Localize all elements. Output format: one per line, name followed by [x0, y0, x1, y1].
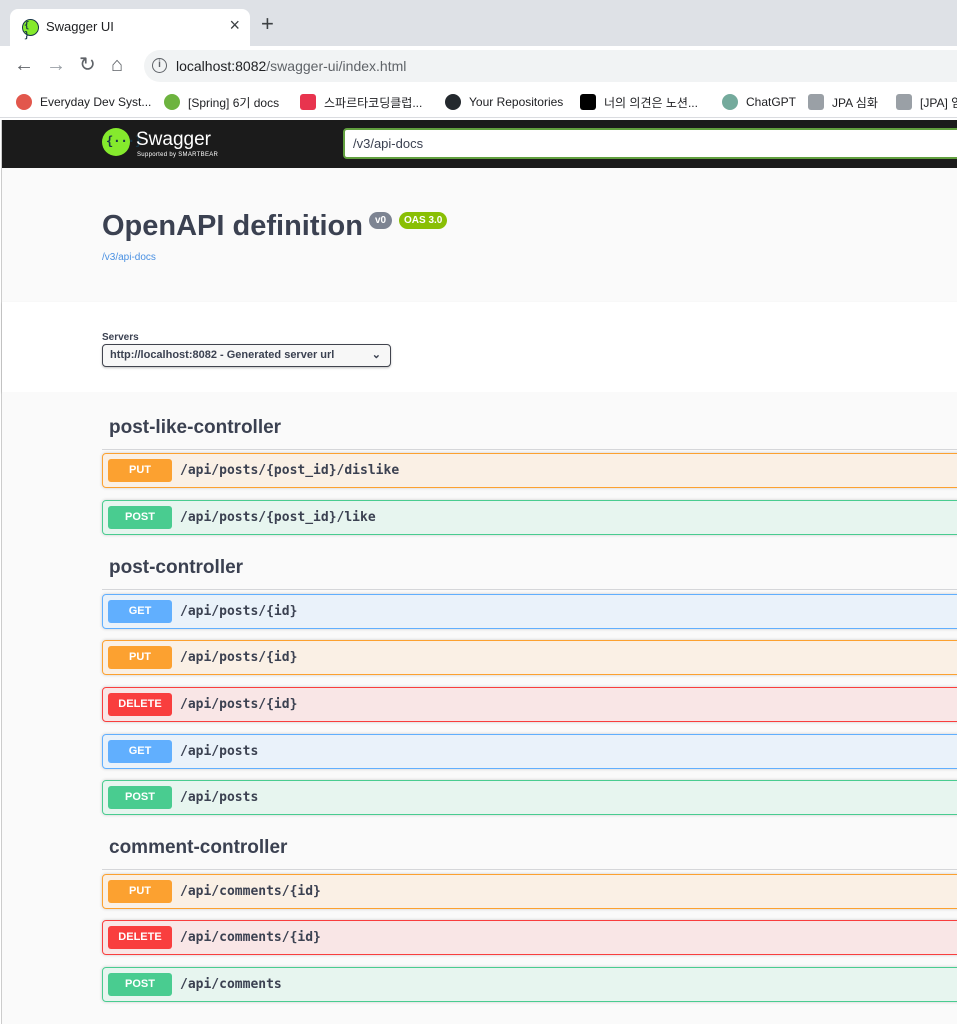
operation-post-like[interactable]: POST /api/posts/{post_id}/like	[102, 500, 957, 535]
tab-strip: Swagger UI × +	[0, 0, 957, 46]
tag-divider	[102, 589, 957, 590]
url-host: localhost:8082	[176, 58, 267, 74]
bookmark-label: 스파르타코딩클럽...	[324, 95, 423, 110]
bookmark-favicon-icon	[164, 94, 180, 110]
spec-url-input[interactable]: /v3/api-docs	[343, 128, 957, 159]
bookmark-label: JPA 심화	[832, 95, 878, 110]
operations-section: post-like-controller PUT /api/posts/{pos…	[2, 392, 957, 1024]
bookmark-item[interactable]: Everyday Dev Syst...	[16, 92, 151, 112]
operation-get-posts[interactable]: GET /api/posts	[102, 734, 957, 769]
bookmark-label: ChatGPT	[746, 95, 797, 109]
servers-selected-value: http://localhost:8082 - Generated server…	[110, 349, 335, 361]
operation-path: /api/comments	[180, 977, 282, 992]
tag-heading-post-controller[interactable]: post-controller	[109, 557, 243, 579]
bookmark-favicon-icon	[300, 94, 316, 110]
operation-path: /api/comments/{id}	[180, 884, 321, 899]
swagger-topbar: {···} Swagger Supported by SMARTBEAR /v3…	[2, 120, 957, 168]
tag-divider	[102, 869, 957, 870]
github-icon	[445, 94, 461, 110]
api-info: OpenAPI definition v0 OAS 3.0 /v3/api-do…	[2, 168, 957, 302]
operation-path: /api/posts/{id}	[180, 604, 298, 619]
notion-icon	[580, 94, 596, 110]
method-badge: GET	[108, 600, 172, 623]
browser-toolbar: ← → ↻ ⌂ i localhost:8082/swagger-ui/inde…	[0, 46, 957, 86]
swagger-logo-icon[interactable]: {···}	[102, 128, 142, 156]
operation-put-post-by-id[interactable]: PUT /api/posts/{id}	[102, 640, 957, 675]
operation-delete-comment-by-id[interactable]: DELETE /api/comments/{id}	[102, 920, 957, 955]
tag-divider	[102, 449, 957, 450]
bookmarks-bar: Everyday Dev Syst... [Spring] 6기 docs 스파…	[0, 86, 957, 118]
operation-path: /api/posts/{post_id}/like	[180, 510, 376, 525]
bookmark-item[interactable]: 너의 의견은 노션...	[580, 92, 698, 112]
method-badge: POST	[108, 973, 172, 996]
operation-path: /api/posts/{post_id}/dislike	[180, 463, 400, 478]
servers-section: Servers http://localhost:8082 - Generate…	[2, 302, 957, 392]
url-path: /swagger-ui/index.html	[266, 58, 407, 74]
version-badge: v0	[369, 212, 393, 229]
swagger-logo-text[interactable]: Swagger	[136, 129, 211, 151]
new-tab-icon[interactable]: +	[261, 13, 274, 35]
operation-post-posts[interactable]: POST /api/posts	[102, 780, 957, 815]
spec-link[interactable]: /v3/api-docs	[102, 252, 156, 263]
bookmark-label: Everyday Dev Syst...	[40, 95, 152, 109]
home-icon[interactable]: ⌂	[111, 54, 123, 76]
operation-path: /api/posts	[180, 790, 259, 805]
address-bar[interactable]: i localhost:8082/swagger-ui/index.html	[144, 50, 957, 82]
address-url: localhost:8082/swagger-ui/index.html	[176, 58, 406, 74]
close-tab-icon[interactable]: ×	[229, 15, 240, 36]
forward-arrow-icon[interactable]: →	[46, 54, 66, 76]
page-title: OpenAPI definition	[102, 210, 363, 242]
tag-heading-comment-controller[interactable]: comment-controller	[109, 837, 287, 859]
tag-heading-post-like-controller[interactable]: post-like-controller	[109, 417, 281, 439]
bookmark-item[interactable]: Your Repositories	[445, 92, 563, 112]
bookmark-label: [JPA] 임	[920, 95, 957, 110]
operation-path: /api/posts/{id}	[180, 650, 298, 665]
bookmark-favicon-icon	[808, 94, 824, 110]
bookmark-item[interactable]: [JPA] 임	[896, 92, 957, 112]
bookmark-item[interactable]: 스파르타코딩클럽...	[300, 92, 422, 112]
swagger-logo-subtitle: Supported by SMARTBEAR	[137, 152, 219, 158]
operation-delete-post-by-id[interactable]: DELETE /api/posts/{id}	[102, 687, 957, 722]
method-badge: GET	[108, 740, 172, 763]
operation-path: /api/comments/{id}	[180, 930, 321, 945]
operation-put-comment-by-id[interactable]: PUT /api/comments/{id}	[102, 874, 957, 909]
method-badge: PUT	[108, 880, 172, 903]
method-badge: PUT	[108, 646, 172, 669]
browser-tab[interactable]: Swagger UI ×	[10, 9, 250, 46]
site-info-icon[interactable]: i	[152, 58, 167, 73]
tab-title: Swagger UI	[46, 19, 114, 34]
bookmark-item[interactable]: ChatGPT	[722, 92, 796, 112]
servers-label: Servers	[102, 332, 139, 343]
bookmark-label: 너의 의견은 노션...	[604, 95, 698, 110]
operation-path: /api/posts/{id}	[180, 697, 298, 712]
method-badge: DELETE	[108, 926, 172, 949]
oas-badge: OAS 3.0	[399, 212, 448, 229]
chatgpt-icon	[722, 94, 738, 110]
chevron-down-icon: ⌄	[371, 349, 381, 361]
bookmark-label: Your Repositories	[469, 95, 564, 109]
method-badge: DELETE	[108, 693, 172, 716]
method-badge: POST	[108, 506, 172, 529]
reload-icon[interactable]: ↻	[79, 54, 96, 76]
bookmark-favicon-icon	[896, 94, 912, 110]
operation-post-comments[interactable]: POST /api/comments	[102, 967, 957, 1002]
method-badge: POST	[108, 786, 172, 809]
back-arrow-icon[interactable]: ←	[14, 54, 34, 76]
method-badge: PUT	[108, 459, 172, 482]
bookmark-label: [Spring] 6기 docs	[188, 95, 280, 110]
swagger-favicon-icon	[22, 19, 39, 41]
operation-get-post-by-id[interactable]: GET /api/posts/{id}	[102, 594, 957, 629]
bookmark-item[interactable]: JPA 심화	[808, 92, 878, 112]
operation-path: /api/posts	[180, 744, 259, 759]
operation-put-dislike[interactable]: PUT /api/posts/{post_id}/dislike	[102, 453, 957, 488]
bookmark-favicon-icon	[16, 94, 32, 110]
servers-select[interactable]: http://localhost:8082 - Generated server…	[102, 344, 391, 367]
bookmark-item[interactable]: [Spring] 6기 docs	[164, 92, 279, 112]
